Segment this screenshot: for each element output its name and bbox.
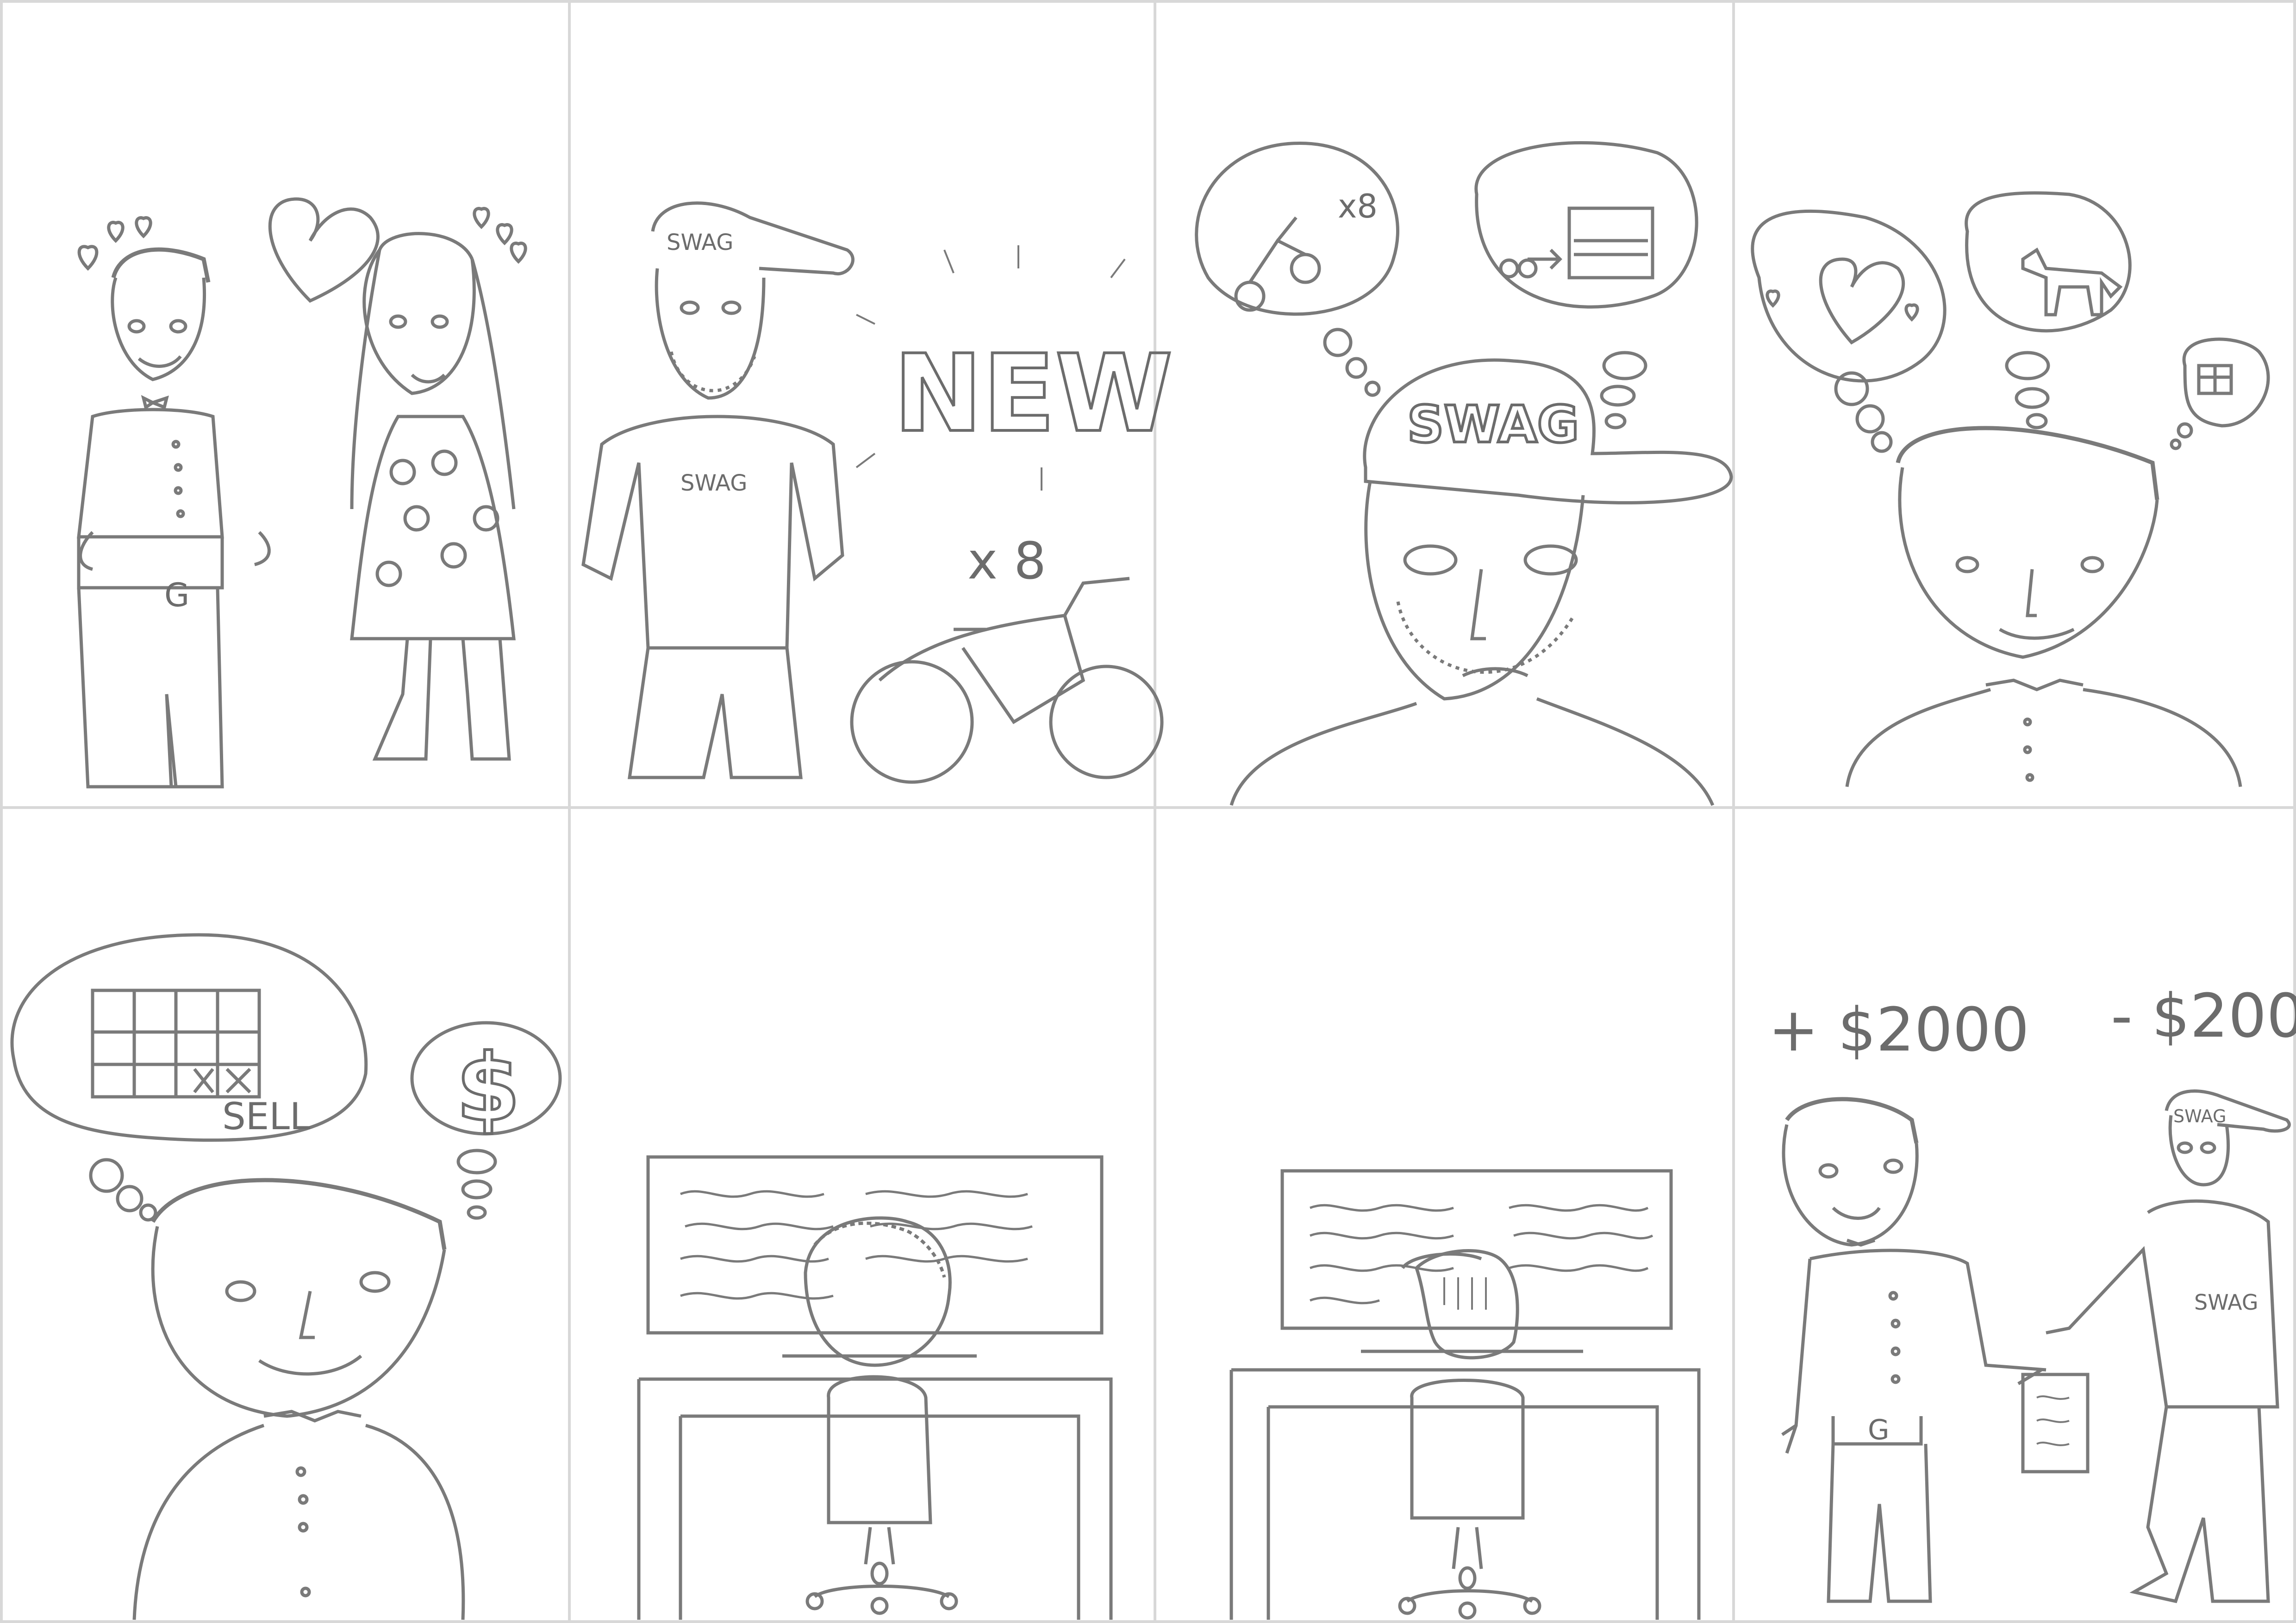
shirt-text: SWAG (2194, 1290, 2258, 1315)
boy-figure (1781, 1097, 2046, 1603)
panel-4 (1751, 191, 2270, 787)
small-heart-icon (496, 223, 513, 245)
plus-amount-text: + $2000 (1768, 995, 2029, 1065)
thought-bubble-horse (1965, 191, 2132, 429)
person-back-of-head (804, 1216, 952, 1367)
small-heart-icon (510, 242, 527, 264)
shirt-text: SWAG (680, 470, 748, 496)
boy-head (1845, 426, 2242, 787)
big-heart-icon (268, 197, 380, 303)
panel-3: x8 SWAG (1195, 141, 1733, 806)
belt-letter: G (164, 576, 189, 614)
boy-figure (77, 247, 271, 789)
cap-text: SWAG (1407, 395, 1579, 454)
office-chair-icon (1398, 1379, 1541, 1620)
small-heart-icon (77, 245, 99, 271)
panel-6 (637, 1155, 1113, 1620)
panel-borders (0, 0, 2296, 1623)
office-chair-icon (805, 1375, 958, 1615)
person-back-of-head-cap (1401, 1249, 1519, 1360)
panel-7 (1229, 1169, 1701, 1620)
thought-bubble-love (1751, 209, 1947, 453)
belt-letter: G (1868, 1414, 1890, 1446)
thought-bubble-bikes (1195, 141, 1399, 397)
small-heart-icon (1766, 289, 1780, 308)
small-heart-icon (473, 207, 490, 229)
comic-sheet: G SWAG SWAG NEW x 8 x8 SWAG SELL $ G SWA… (0, 0, 2296, 1623)
thought-count: x8 (1338, 187, 1378, 225)
small-heart-icon (107, 221, 125, 243)
panel-8: G SWAG SWAG + $2000 - $2000 (1768, 981, 2296, 1604)
panel-1: G (77, 197, 527, 789)
bicycle-icon (850, 577, 1164, 784)
boy-head (132, 1178, 465, 1620)
contract-document-icon (2021, 1373, 2090, 1474)
girl-figure (350, 232, 516, 761)
thought-bubble-sell (10, 933, 368, 1222)
thought-bubble-gift (2170, 337, 2270, 450)
cap-text: SWAG (667, 230, 734, 255)
heart-icon (1819, 257, 1905, 345)
monitor-icon (646, 1155, 1104, 1335)
thought-bubble-shop (1474, 141, 1698, 429)
panel-5: SELL $ (10, 933, 562, 1620)
new-text: NEW (893, 332, 1173, 456)
desk-icon (1229, 1349, 1701, 1620)
dollar-sign-icon: $ (456, 1034, 520, 1142)
small-heart-icon (135, 216, 152, 238)
cap-text: SWAG (2173, 1106, 2226, 1126)
small-heart-icon (1904, 303, 1919, 322)
horse-icon (2021, 247, 2123, 317)
panel-2: SWAG SWAG NEW x 8 (581, 201, 1174, 784)
minus-amount-text: - $2000 (2111, 981, 2296, 1051)
sell-text: SELL (222, 1095, 311, 1138)
swag-guy-figure (2017, 1089, 2291, 1604)
bike-count-text: x 8 (967, 531, 1046, 591)
